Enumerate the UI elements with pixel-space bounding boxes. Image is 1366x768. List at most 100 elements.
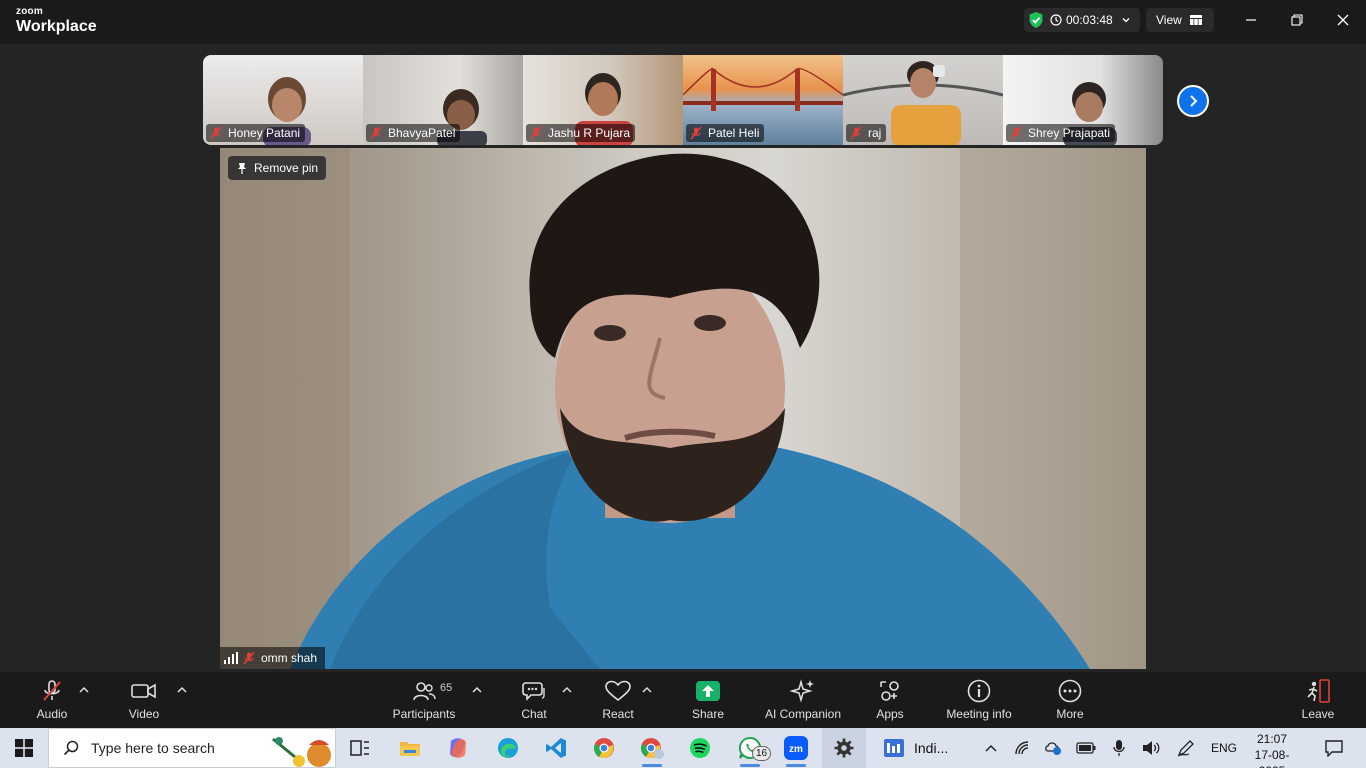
taskbar-copilot[interactable] [440, 728, 476, 768]
start-button[interactable] [0, 728, 48, 768]
svg-text:zm: zm [789, 744, 803, 755]
taskbar-settings[interactable] [822, 728, 866, 768]
more-ellipsis-icon [1058, 679, 1082, 703]
tray-pen[interactable] [1174, 728, 1198, 768]
taskbar-search-box[interactable]: Type here to search [48, 728, 336, 768]
language-label: ENG [1210, 741, 1237, 755]
video-camera-icon [131, 683, 156, 699]
meeting-stage: Honey Patani BhavyaPatel Jashu R Pujara … [0, 44, 1366, 672]
heart-icon [605, 680, 631, 702]
video-button[interactable]: Video [124, 678, 164, 724]
tray-microphone[interactable] [1108, 728, 1130, 768]
taskbar-chrome-profile[interactable] [634, 728, 670, 768]
running-indicator [642, 764, 662, 767]
next-page-button[interactable] [1177, 85, 1209, 117]
meeting-info-label: Meeting info [946, 707, 1012, 721]
windows-logo-icon [15, 739, 33, 757]
speaker-video-feed [220, 148, 1146, 669]
taskbar-zoom[interactable]: zm [778, 728, 814, 768]
notification-icon [1325, 740, 1343, 757]
mic-off-icon [690, 126, 702, 140]
signal-strength-icon [224, 652, 238, 664]
ai-sparkle-icon [790, 679, 814, 703]
video-label: Video [128, 707, 160, 721]
chat-button[interactable]: Chat [514, 678, 554, 724]
participant-name: BhavyaPatel [388, 126, 456, 140]
mic-off-icon [243, 651, 255, 665]
participant-tile-raj[interactable]: raj [843, 55, 1003, 145]
ai-companion-button[interactable]: AI Companion [762, 678, 844, 724]
meeting-status-pill[interactable]: 00:03:48 [1024, 8, 1140, 32]
running-indicator [786, 764, 806, 767]
tray-onedrive[interactable] [1042, 728, 1064, 768]
audio-options-caret-icon[interactable] [79, 686, 89, 694]
remove-pin-button[interactable]: Remove pin [228, 156, 327, 180]
taskbar-clock[interactable]: 21:07 17-08-2025 [1242, 731, 1302, 768]
apps-label: Apps [876, 707, 904, 721]
zoom-logo: zoom Workplace [16, 7, 97, 35]
notifications-button[interactable] [1318, 728, 1350, 768]
mic-off-icon [530, 126, 542, 140]
tray-battery[interactable] [1074, 728, 1098, 768]
vscode-icon [546, 738, 566, 758]
share-label: Share [691, 707, 725, 721]
meeting-timer: 00:03:48 [1066, 13, 1113, 27]
taskbar-vscode[interactable] [538, 728, 574, 768]
taskbar-file-explorer[interactable] [392, 728, 428, 768]
participants-options-caret-icon[interactable] [472, 686, 482, 694]
shield-check-icon [1029, 12, 1043, 28]
taskbar-whatsapp[interactable]: 16 [730, 728, 772, 768]
close-button[interactable] [1331, 10, 1355, 30]
participant-tile-heli[interactable]: Patel Heli [683, 55, 843, 145]
taskbar-chrome[interactable] [586, 728, 622, 768]
minimize-button[interactable] [1239, 10, 1263, 30]
taskbar-edge[interactable] [490, 728, 526, 768]
participant-tile-honey[interactable]: Honey Patani [203, 55, 363, 145]
tray-network[interactable] [1012, 728, 1034, 768]
mic-off-icon [370, 126, 382, 140]
react-button[interactable]: React [598, 678, 638, 724]
taskbar-active-app[interactable]: Indi... [884, 728, 976, 768]
tray-language[interactable]: ENG [1208, 728, 1240, 768]
task-view-button[interactable] [342, 728, 378, 768]
mic-muted-icon [43, 680, 61, 701]
pinned-video[interactable]: Remove pin omm shah [220, 148, 1146, 669]
chevron-down-icon [1122, 18, 1130, 23]
search-highlight-festival-icon [272, 737, 331, 767]
participant-tile-jashu[interactable]: Jashu R Pujara [523, 55, 683, 145]
brand-big-text: Workplace [16, 18, 97, 35]
tray-overflow-button[interactable] [980, 728, 1002, 768]
view-button[interactable]: View [1146, 8, 1214, 32]
tray-volume[interactable] [1140, 728, 1162, 768]
more-label: More [1056, 707, 1084, 721]
restore-button[interactable] [1285, 10, 1309, 30]
mic-off-icon [1010, 126, 1022, 140]
battery-icon [1076, 742, 1096, 754]
info-icon [967, 679, 991, 703]
meeting-toolbar: Audio Video Participants 65 Chat React S… [0, 672, 1366, 728]
react-options-caret-icon[interactable] [642, 686, 652, 694]
gear-icon [834, 738, 854, 758]
leave-button[interactable]: Leave [1298, 678, 1338, 724]
participants-count: 65 [440, 682, 453, 694]
participant-tile-bhavya[interactable]: BhavyaPatel [363, 55, 523, 145]
share-button[interactable]: Share [688, 678, 728, 724]
mic-off-icon [850, 126, 862, 140]
audio-button[interactable]: Audio [32, 678, 72, 724]
participant-name: raj [868, 126, 882, 140]
more-button[interactable]: More [1050, 678, 1090, 724]
taskbar-spotify[interactable] [682, 728, 718, 768]
audio-label: Audio [36, 707, 68, 721]
participant-tile-shrey[interactable]: Shrey Prajapati [1003, 55, 1163, 145]
title-bar: zoom Workplace 00:03:48 View [0, 0, 1366, 44]
folder-icon [400, 742, 420, 756]
leave-label: Leave [1301, 707, 1335, 721]
speaker-name-chip: omm shah [220, 647, 326, 669]
apps-button[interactable]: Apps [870, 678, 910, 724]
video-options-caret-icon[interactable] [177, 686, 187, 694]
clock-date: 17-08-2025 [1254, 748, 1290, 768]
edge-browser-icon [498, 738, 518, 758]
meeting-info-button[interactable]: Meeting info [943, 678, 1015, 724]
pen-icon [1177, 740, 1194, 757]
chat-options-caret-icon[interactable] [562, 686, 572, 694]
